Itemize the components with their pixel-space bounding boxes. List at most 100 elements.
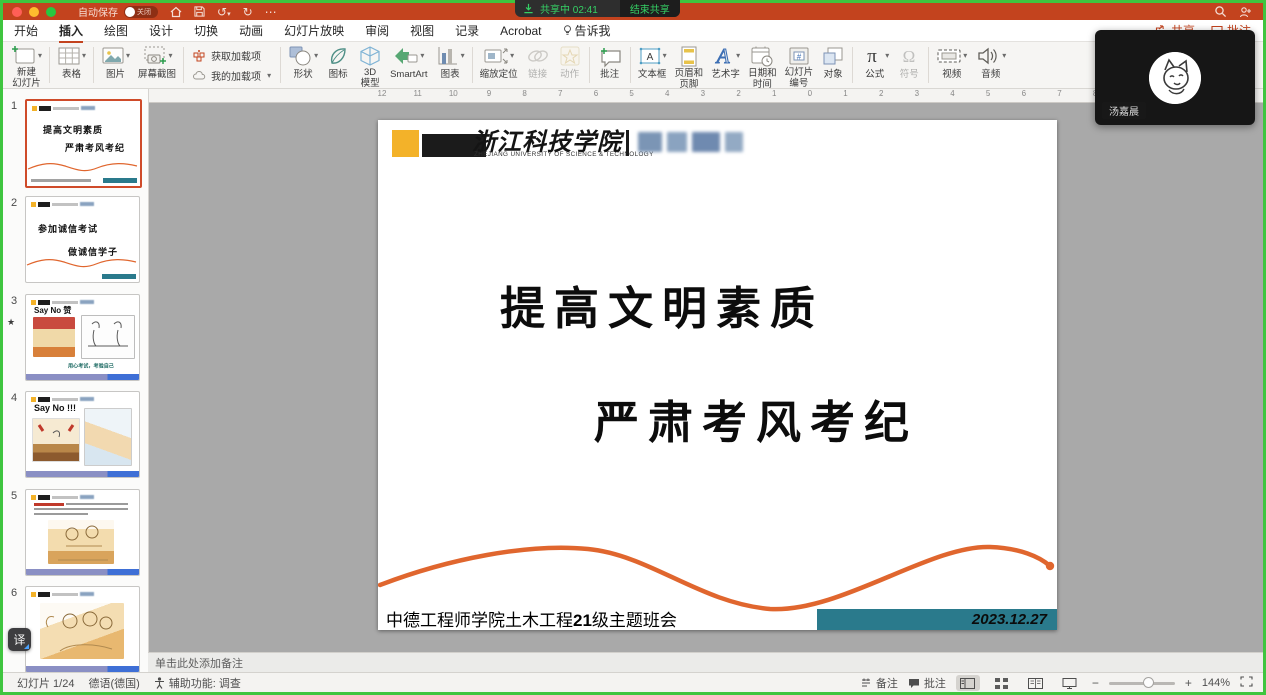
video-button[interactable]: 视频 [932,42,971,88]
tab-insert[interactable]: 插入 [59,22,83,39]
textbox-button[interactable]: A 文本框 [634,42,671,88]
ribbon-button-label: 图表 [441,70,460,81]
thumbnail-slide-3[interactable]: Say No 赞 用心考试，考验自己 [25,294,140,381]
chart-button[interactable]: 图表 [432,42,469,88]
ruler-number: 11 [412,89,424,98]
zoom-slider[interactable] [1109,682,1175,685]
language-button[interactable]: 德语(德国) [88,675,139,691]
symbol-button[interactable]: Ω 符号 [893,42,925,88]
icons-button[interactable]: 图标 [322,42,354,88]
slide-sorter-view-button[interactable] [990,675,1014,691]
slide-thumbnail-panel[interactable]: 1 提高文明素质 严肃考风考纪 2 参加诚信考试 做诚信学子 3 Say No … [3,88,149,672]
table-button[interactable]: 表格 [53,42,90,88]
header-footer-button[interactable]: 页眉和 页脚 [671,42,708,88]
header-footer-icon [678,45,700,68]
ribbon-button-label: 我的加载项 [211,68,261,83]
new-slide-button[interactable]: 新建 幻灯片 [7,42,46,88]
date-time-button[interactable]: 日期和 时间 [744,42,781,88]
close-window-button[interactable] [12,7,22,17]
pictures-button[interactable]: 图片 [97,42,134,88]
object-button[interactable]: 对象 [817,42,849,88]
tab-record[interactable]: 记录 [455,22,479,39]
thumbnail-slide-2[interactable]: 参加诚信考试 做诚信学子 [25,196,140,283]
more-commands-button[interactable]: ⋯ [265,6,277,18]
date-box[interactable]: 2023.12.27 [817,609,1057,630]
zoom-in-button[interactable] [1185,676,1192,690]
autosave-toggle[interactable]: 关闭 [124,6,158,18]
notes-toggle-button[interactable]: 备注 [860,675,898,691]
link-button[interactable]: 链接 [522,42,554,88]
home-button[interactable] [170,6,182,18]
presence-share-button[interactable] [1239,6,1253,18]
ruler-number: 7 [554,89,566,98]
zoom-slider-thumb[interactable] [1143,677,1154,688]
wordart-button[interactable]: A 艺术字 [707,42,744,88]
equation-button[interactable]: π 公式 [856,42,893,88]
redacted-text-blocks [638,132,743,152]
mini-text-line [34,508,128,510]
editing-canvas[interactable]: 1211109876543210123456789101112 浙江科技学院 Z… [148,88,1263,652]
tab-design[interactable]: 设计 [149,22,173,39]
reading-view-button[interactable] [1024,675,1048,691]
end-share-button[interactable]: 结束共享 [620,0,680,17]
save-button[interactable] [194,6,205,17]
thumbnail-slide-6[interactable] [25,586,140,672]
link-icon [526,45,550,67]
autosave-label: 自动保存 [78,4,118,19]
thumbnail-slide-4[interactable]: Say No !!! [25,391,140,478]
accessibility-status-button[interactable]: 辅助功能: 调查 [154,675,241,691]
normal-view-button[interactable] [956,675,980,691]
participant-video-tile[interactable]: 汤嘉晨 [1095,30,1255,125]
audio-button[interactable]: 音频 [971,42,1010,88]
zoom-links-button[interactable]: 缩放定位 [476,42,522,88]
tab-tell-me[interactable]: 告诉我 [563,22,611,39]
search-button[interactable] [1214,5,1227,18]
tab-transitions[interactable]: 切换 [194,22,218,39]
mini-image-placeholder [40,603,124,659]
chevron-down-icon [81,45,86,63]
3d-models-button[interactable]: 3D 模型 [354,42,386,88]
tab-draw[interactable]: 绘图 [104,22,128,39]
fit-slide-button[interactable] [1240,676,1253,690]
thumbnail-slide-5[interactable] [25,489,140,576]
chevron-down-icon [662,45,667,63]
svg-text:A: A [646,52,653,63]
slide-editor-surface[interactable]: 浙江科技学院 ZHEJIANG UNIVERSITY OF SCIENCE & … [378,120,1057,630]
ruler-number: 3 [911,89,923,98]
my-addins-button[interactable]: 我的加载项 [193,68,271,83]
slide-footer-text[interactable]: 中德工程师学院土木工程21级主题班会 [386,606,677,631]
thumbnail-slide-1[interactable]: 提高文明素质 严肃考风考纪 [25,99,142,188]
new-comment-button[interactable]: 批注 [593,42,627,88]
tab-animations[interactable]: 动画 [239,22,263,39]
chevron-down-icon [313,45,318,63]
smartart-button[interactable]: SmartArt [386,42,431,88]
tab-review[interactable]: 审阅 [365,22,389,39]
zoom-level[interactable]: 144% [1202,677,1230,689]
chevron-down-icon [168,45,173,63]
get-addins-button[interactable]: 获取加载项 [193,48,271,63]
slide-title-line2[interactable]: 严肃考风考纪 [594,386,918,451]
action-button[interactable]: 动作 [554,42,586,88]
slide-title-line1[interactable]: 提高文明素质 [500,272,824,337]
tab-acrobat[interactable]: Acrobat [500,24,541,38]
ruler-number: 9 [483,89,495,98]
ribbon-button-label: 缩放定位 [480,70,518,81]
maximize-window-button[interactable] [46,7,56,17]
redo-button[interactable]: ↻ [243,6,253,18]
tab-home[interactable]: 开始 [14,22,38,39]
mini-text-line [66,503,128,505]
textbox-icon: A [638,45,662,67]
undo-button[interactable]: ↺▾ [217,6,231,18]
tab-view[interactable]: 视图 [410,22,434,39]
minimize-window-button[interactable] [29,7,39,17]
ime-badge[interactable]: 译 [8,628,31,651]
slide-number-button[interactable]: # 幻灯片 编号 [781,42,818,88]
slideshow-view-button[interactable] [1058,675,1082,691]
notes-pane[interactable]: 单击此处添加备注 [148,652,1263,673]
shapes-button[interactable]: 形状 [284,42,322,88]
screenshot-button[interactable]: 屏幕截图 [134,42,180,88]
symbol-omega-icon: Ω [897,45,921,67]
comments-toggle-button[interactable]: 批注 [908,675,946,691]
zoom-out-button[interactable] [1092,676,1099,690]
tab-slideshow[interactable]: 幻灯片放映 [284,22,344,39]
